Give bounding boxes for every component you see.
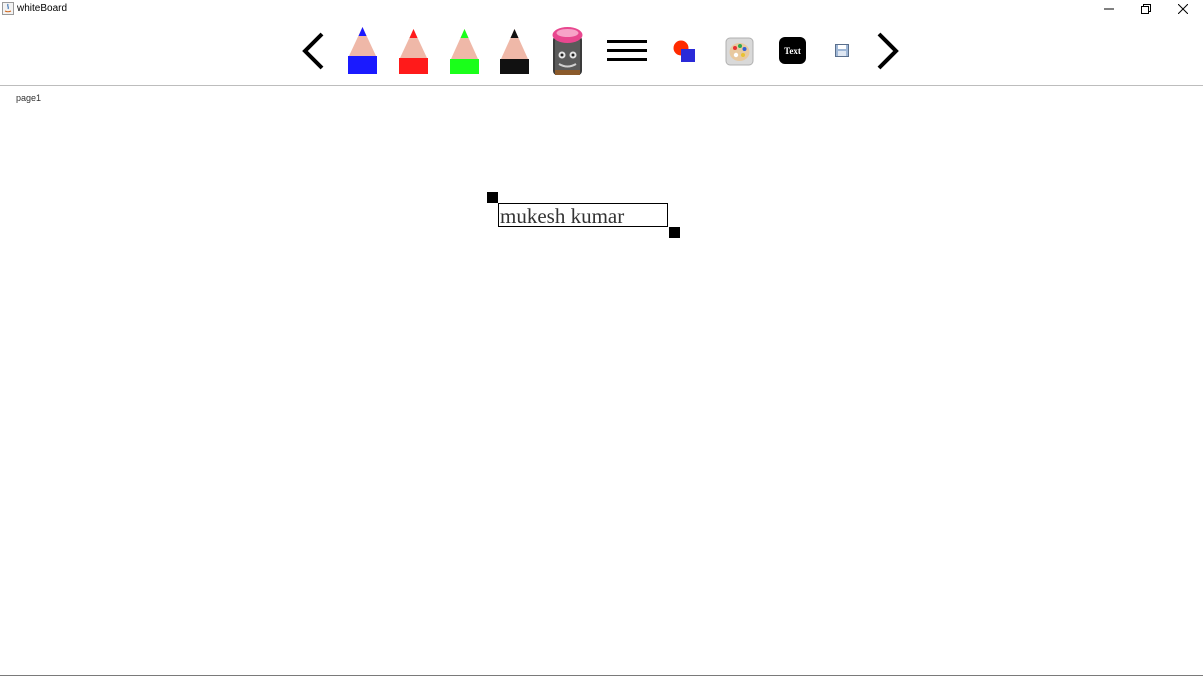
close-button[interactable] [1165, 0, 1201, 18]
chevron-left-icon [302, 32, 324, 70]
eraser-button[interactable] [551, 26, 584, 76]
restore-icon [1141, 4, 1151, 14]
text-tool-button[interactable]: Text [779, 37, 806, 64]
color-palette-button[interactable] [725, 37, 754, 66]
palette-icon [725, 37, 754, 66]
blue-pencil-button[interactable] [347, 26, 378, 75]
title-bar: whiteBoard [0, 0, 1203, 18]
red-pencil-button[interactable] [398, 28, 429, 75]
page-label: page1 [16, 93, 42, 103]
text-icon: Text [784, 45, 801, 56]
pencil-icon [450, 29, 479, 74]
drawing-canvas[interactable]: page1 mukesh kumar [0, 86, 1203, 675]
eraser-icon [552, 27, 583, 75]
close-icon [1178, 4, 1188, 14]
shapes-icon [673, 40, 695, 62]
green-pencil-button[interactable] [449, 28, 480, 75]
chevron-right-icon [877, 32, 899, 70]
floppy-disk-icon [835, 44, 849, 57]
text-box[interactable]: mukesh kumar [498, 203, 668, 227]
restore-button[interactable] [1128, 0, 1164, 18]
black-pencil-button[interactable] [499, 28, 530, 75]
stroke-width-button[interactable] [606, 39, 648, 63]
window-title: whiteBoard [17, 3, 68, 14]
previous-page-button[interactable] [300, 32, 326, 70]
next-page-button[interactable] [875, 32, 901, 70]
toolbar: Text [0, 18, 1203, 86]
minimize-button[interactable] [1091, 0, 1127, 18]
pencil-icon [500, 29, 529, 74]
shapes-button[interactable] [672, 39, 698, 64]
lines-icon [607, 40, 647, 61]
resize-handle-top-left[interactable] [487, 192, 498, 203]
resize-handle-bottom-right[interactable] [669, 227, 680, 238]
pencil-icon [348, 27, 377, 74]
whiteboard-window: whiteBoard Text page1 mukesh kumar [0, 0, 1203, 676]
java-app-icon [2, 2, 14, 15]
save-button[interactable] [835, 44, 849, 57]
minimize-icon [1104, 8, 1114, 10]
pencil-icon [399, 29, 428, 74]
